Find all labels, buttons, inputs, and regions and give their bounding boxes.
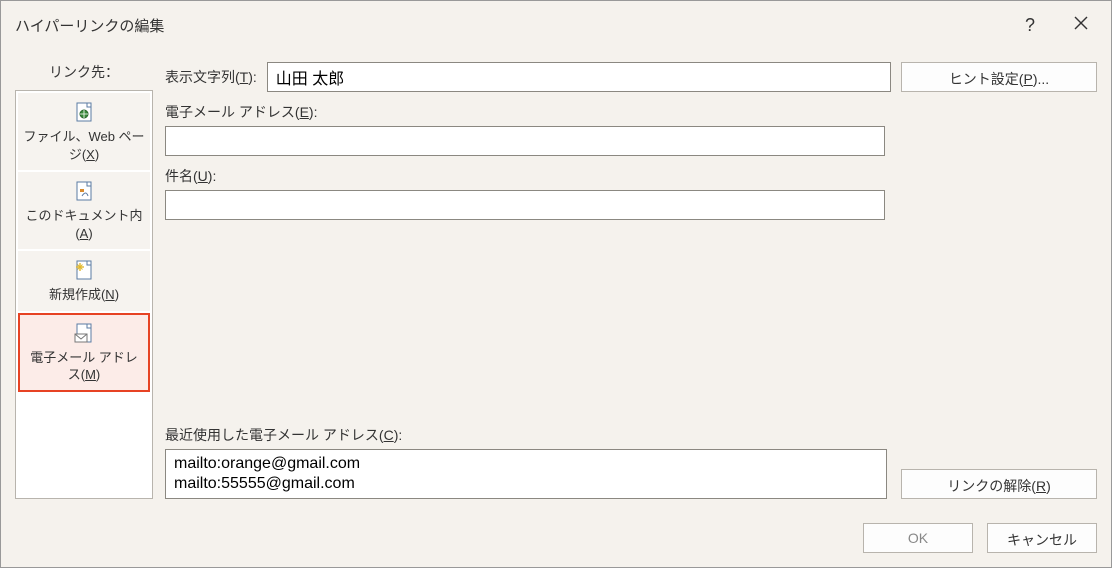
sidebar-label: リンク先： <box>49 62 119 82</box>
file-web-icon <box>72 102 96 124</box>
dialog: ハイパーリンクの編集 ? リンク先： ファイル、Web ページ(X) <box>0 0 1112 568</box>
recent-label: 最近使用した電子メール アドレス(C): <box>165 425 887 445</box>
display-text-label: 表示文字列(T): <box>165 67 257 87</box>
sidebar-item-label: 新規作成(N) <box>49 286 119 304</box>
recent-wrap: 最近使用した電子メール アドレス(C): mailto:orange@gmail… <box>165 230 1097 499</box>
sidebar-wrap: リンク先： ファイル、Web ページ(X) このドキュメント内(A) <box>15 62 153 499</box>
subject-block: 件名(U): <box>165 166 1097 220</box>
email-block: 電子メール アドレス(E): <box>165 102 1097 156</box>
subject-label: 件名(U): <box>165 166 1097 186</box>
email-icon <box>72 323 96 345</box>
close-icon[interactable] <box>1065 11 1097 40</box>
document-icon <box>72 181 96 203</box>
recent-block: 最近使用した電子メール アドレス(C): mailto:orange@gmail… <box>165 425 887 499</box>
sidebar-item-file-webpage[interactable]: ファイル、Web ページ(X) <box>18 93 150 170</box>
cancel-button[interactable]: キャンセル <box>987 523 1097 553</box>
sidebar: ファイル、Web ページ(X) このドキュメント内(A) 新規作成(N) <box>15 90 153 499</box>
titlebar: ハイパーリンクの編集 ? <box>1 1 1111 50</box>
content: リンク先： ファイル、Web ページ(X) このドキュメント内(A) <box>1 50 1111 513</box>
sidebar-item-new-doc[interactable]: 新規作成(N) <box>18 251 150 311</box>
subject-input[interactable] <box>165 190 885 220</box>
display-text-input[interactable] <box>267 62 891 92</box>
sidebar-item-email[interactable]: 電子メール アドレス(M) <box>18 313 150 392</box>
email-label: 電子メール アドレス(E): <box>165 102 1097 122</box>
sidebar-item-label: このドキュメント内(A) <box>23 207 145 242</box>
list-item[interactable]: mailto:55555@gmail.com <box>172 474 880 494</box>
sidebar-item-label: ファイル、Web ページ(X) <box>23 128 145 163</box>
bottom-buttons: OK キャンセル <box>1 513 1111 567</box>
display-text-row: 表示文字列(T): ヒント設定(P)... <box>165 62 1097 92</box>
help-icon[interactable]: ? <box>1017 11 1043 40</box>
recent-email-listbox[interactable]: mailto:orange@gmail.com mailto:55555@gma… <box>165 449 887 499</box>
sidebar-item-this-document[interactable]: このドキュメント内(A) <box>18 172 150 249</box>
sidebar-item-label: 電子メール アドレス(M) <box>24 349 144 384</box>
title-actions: ? <box>1017 11 1097 40</box>
dialog-title: ハイパーリンクの編集 <box>15 15 164 36</box>
new-doc-icon <box>72 260 96 282</box>
email-input[interactable] <box>165 126 885 156</box>
hint-settings-button[interactable]: ヒント設定(P)... <box>901 62 1097 92</box>
ok-button[interactable]: OK <box>863 523 973 553</box>
main: 表示文字列(T): ヒント設定(P)... 電子メール アドレス(E): 件名(… <box>165 62 1097 499</box>
remove-link-button[interactable]: リンクの解除(R) <box>901 469 1097 499</box>
list-item[interactable]: mailto:orange@gmail.com <box>172 454 880 474</box>
